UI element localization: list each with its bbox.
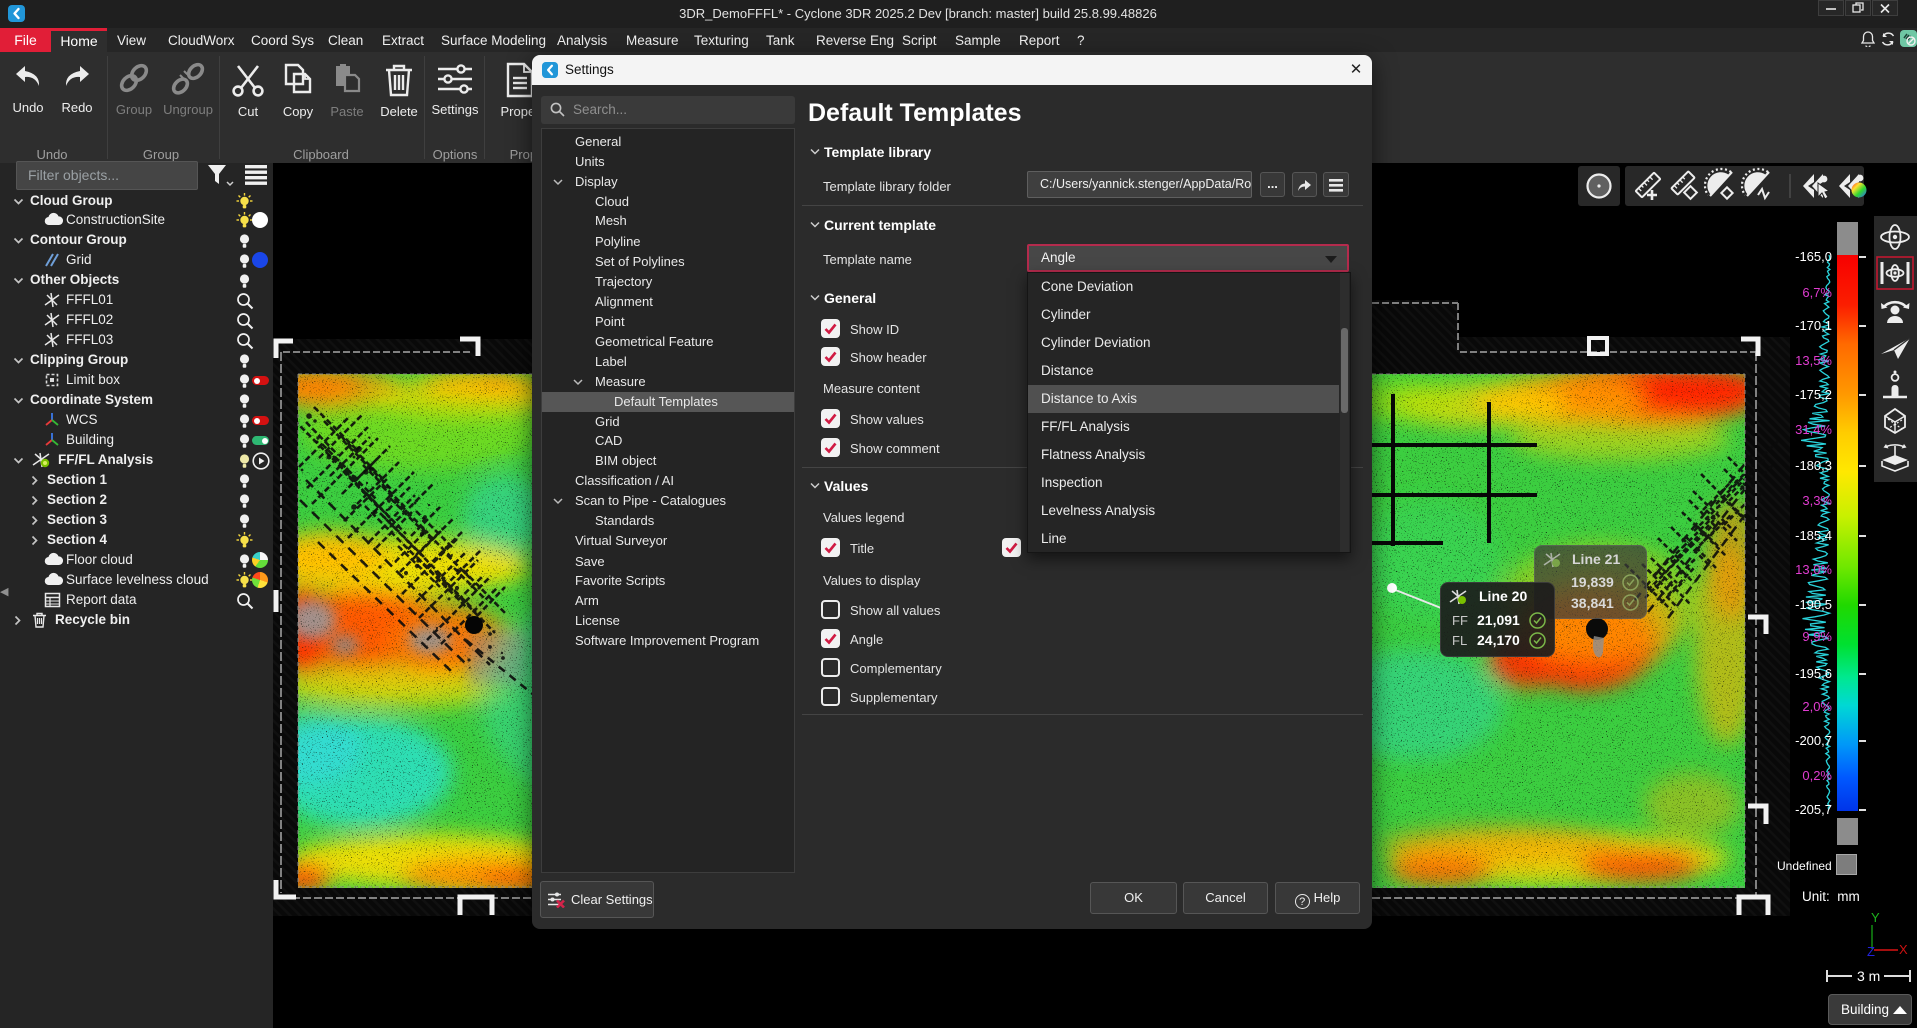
svg-text:X: X xyxy=(1899,942,1908,957)
svg-text:Z: Z xyxy=(1867,944,1875,958)
svg-text:3 m: 3 m xyxy=(1857,968,1880,984)
svg-text:Y: Y xyxy=(1871,910,1880,925)
